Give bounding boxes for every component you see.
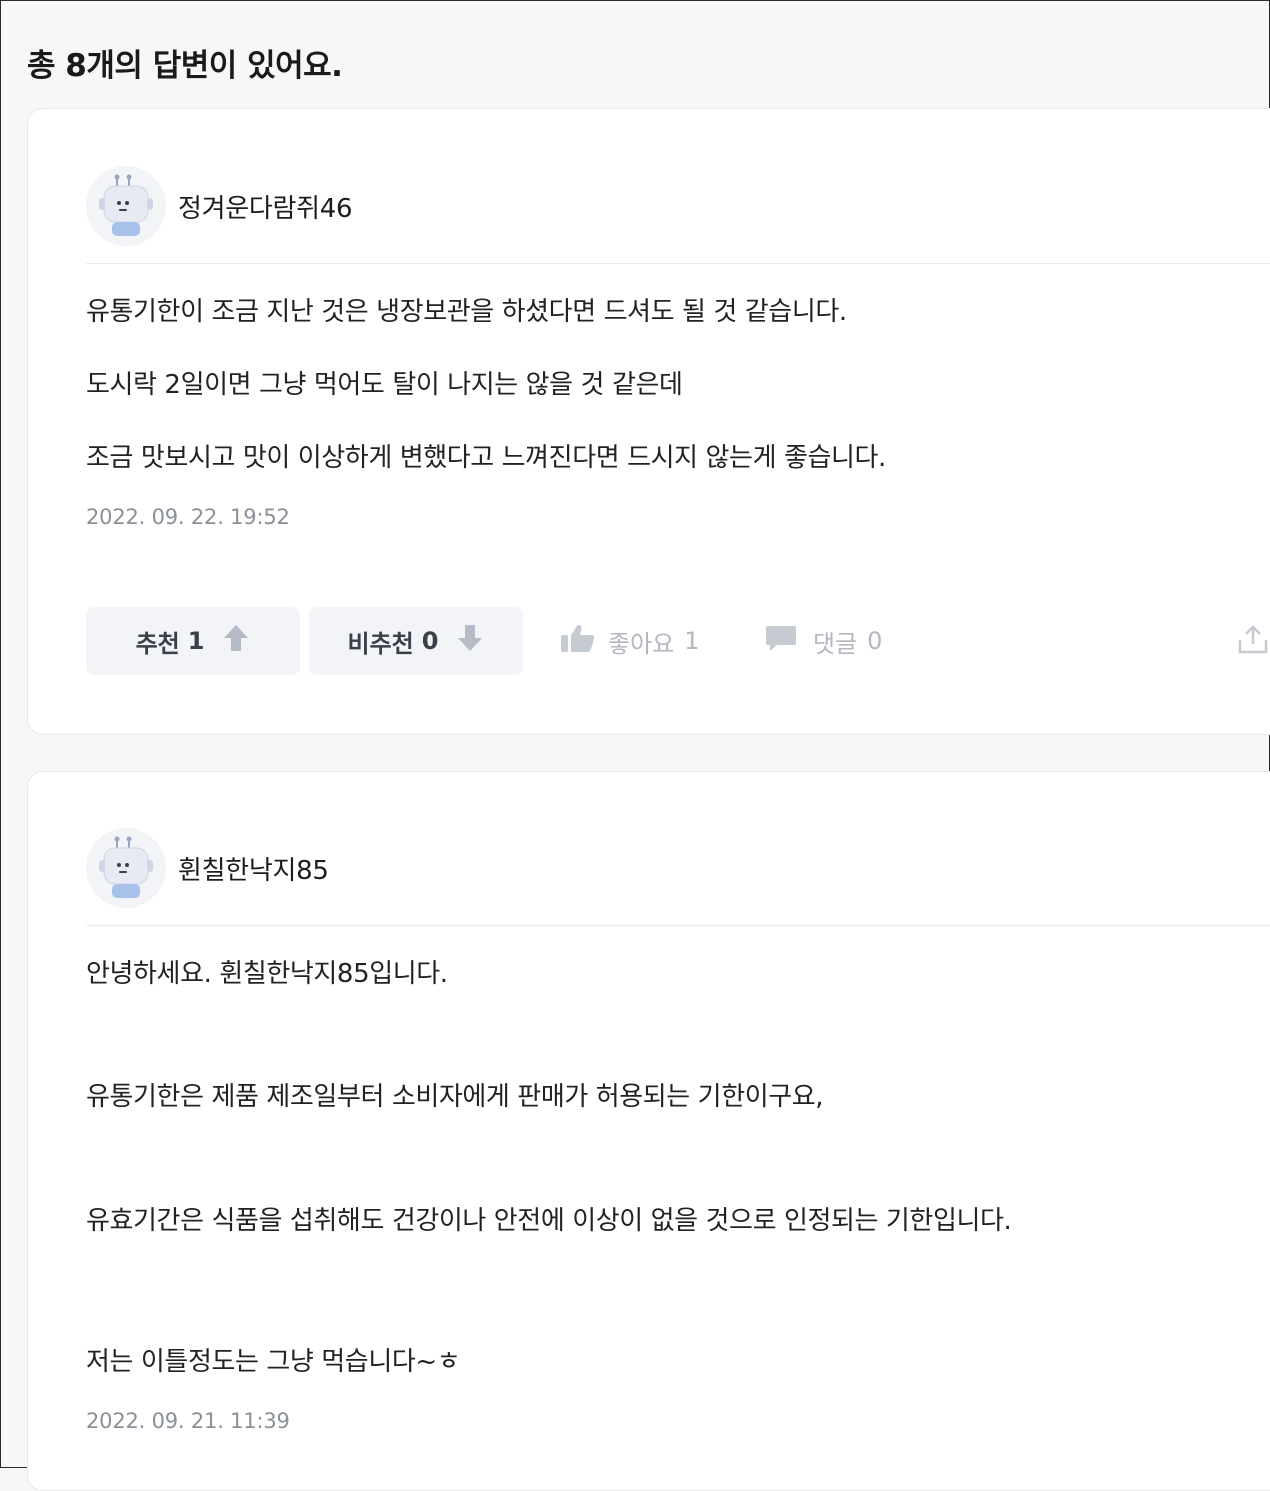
recommend-count: 1 <box>187 627 205 655</box>
comment-button[interactable]: 댓글 0 <box>765 623 882 659</box>
author-name[interactable]: 정겨운다람쥐46 <box>178 188 353 225</box>
recommend-label: 추천 <box>135 629 180 658</box>
like-button[interactable]: 좋아요 1 <box>560 623 700 659</box>
author-row: 정겨운다람쥐46 <box>86 166 353 246</box>
answer-paragraph: 도시락 2일이면 그냥 먹어도 탈이 나지는 않을 것 같은데 <box>86 370 683 400</box>
like-label: 좋아요 <box>608 629 675 658</box>
divider <box>86 263 1270 264</box>
answer-paragraph: 조금 맛보시고 맛이 이상하게 변했다고 느껴진다면 드시지 않는게 좋습니다. <box>86 443 886 473</box>
unrecommend-button[interactable]: 비추천 0 <box>309 607 523 675</box>
comment-bubble-icon <box>765 623 797 659</box>
arrow-down-icon <box>456 623 484 659</box>
answer-paragraph: 안녕하세요. 휜칠한낙지85입니다. <box>86 959 448 989</box>
like-count: 1 <box>684 627 700 655</box>
comment-count: 0 <box>867 627 883 655</box>
answer-paragraph: 유효기간은 식품을 섭취해도 건강이나 안전에 이상이 없을 것으로 인정되는 … <box>86 1206 1012 1236</box>
answer-paragraph: 유통기한이 조금 지난 것은 냉장보관을 하셨다면 드셔도 될 것 같습니다. <box>86 297 847 327</box>
robot-avatar-icon[interactable] <box>86 828 166 908</box>
robot-avatar-icon[interactable] <box>86 166 166 246</box>
answer-card: 휜칠한낙지85 안녕하세요. 휜칠한낙지85입니다. 유통기한은 제품 제조일부… <box>27 771 1270 1491</box>
unrecommend-count: 0 <box>421 627 439 655</box>
unrecommend-label: 비추천 <box>347 629 414 658</box>
comment-label: 댓글 <box>813 629 858 658</box>
author-row: 휜칠한낙지85 <box>86 828 329 908</box>
share-icon[interactable] <box>1236 624 1270 660</box>
answer-paragraph: 저는 이틀정도는 그냥 먹습니다~ㅎ <box>86 1347 461 1377</box>
divider <box>86 925 1270 926</box>
thumbs-up-icon <box>560 623 596 659</box>
recommend-button[interactable]: 추천 1 <box>86 607 300 675</box>
answers-count-title: 총 8개의 답변이 있어요. <box>27 48 343 84</box>
author-name[interactable]: 휜칠한낙지85 <box>178 850 329 887</box>
arrow-up-icon <box>222 623 250 659</box>
answer-paragraph: 유통기한은 제품 제조일부터 소비자에게 판매가 허용되는 기한이구요, <box>86 1082 824 1112</box>
answer-card: 정겨운다람쥐46 유통기한이 조금 지난 것은 냉장보관을 하셨다면 드셔도 될… <box>27 108 1270 735</box>
answer-timestamp: 2022. 09. 22. 19:52 <box>86 505 290 529</box>
answer-timestamp: 2022. 09. 21. 11:39 <box>86 1409 290 1433</box>
